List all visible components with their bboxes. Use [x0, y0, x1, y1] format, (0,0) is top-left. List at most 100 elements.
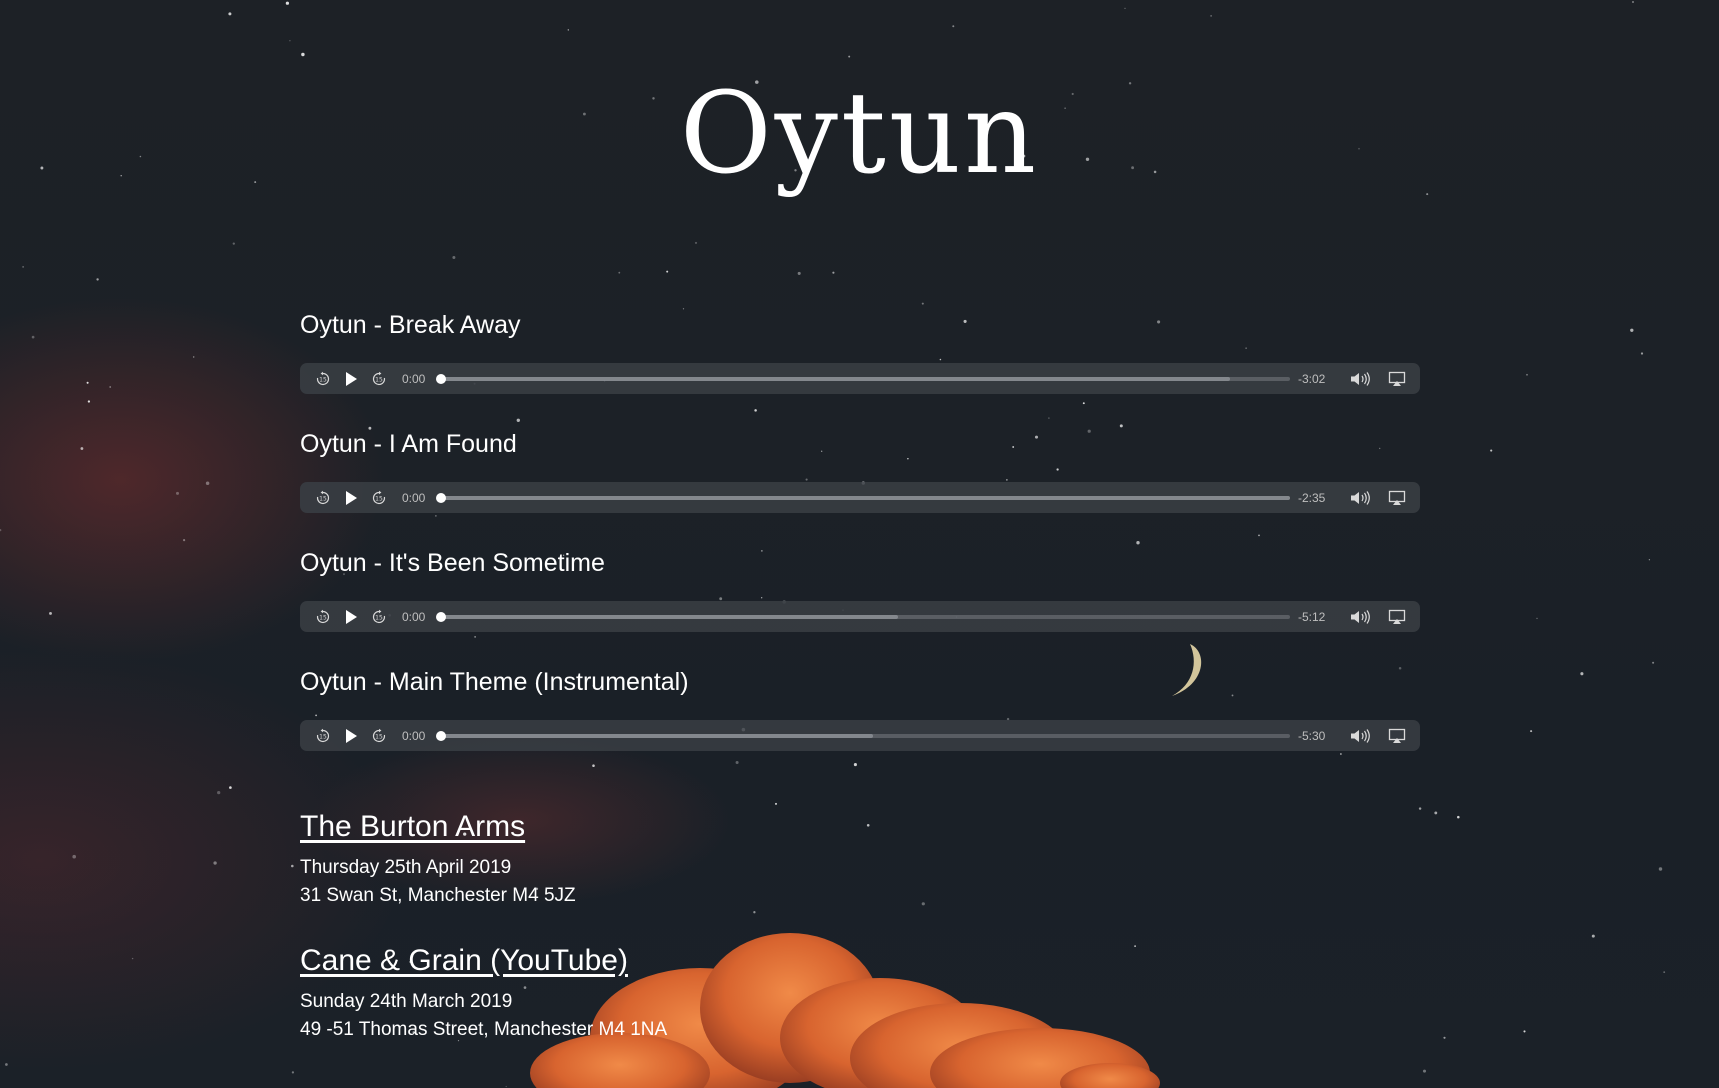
event-address: 31 Swan St, Manchester M4 5JZ — [300, 885, 576, 906]
volume-icon[interactable] — [1350, 725, 1372, 747]
current-time: 0:00 — [402, 728, 426, 743]
main-content: Oytun - Break Away 15 15 0:00 -3:02 Oytu… — [300, 310, 1420, 1044]
star — [567, 29, 569, 31]
star — [22, 266, 24, 268]
buffered-range — [438, 733, 873, 738]
current-time: 0:00 — [402, 371, 426, 386]
star — [1124, 7, 1126, 10]
buffered-range — [438, 614, 899, 619]
track-item: Oytun - I Am Found 15 15 0:00 -2:35 — [300, 429, 1420, 548]
star — [175, 491, 180, 495]
star — [1640, 352, 1644, 355]
star — [80, 447, 84, 450]
star — [1490, 449, 1493, 452]
star — [505, 1085, 507, 1088]
volume-icon[interactable] — [1350, 487, 1372, 509]
skip-back-15-icon[interactable]: 15 — [312, 368, 334, 390]
airplay-icon[interactable] — [1386, 368, 1408, 390]
svg-text:15: 15 — [375, 614, 383, 621]
star — [1591, 934, 1595, 938]
seek-handle[interactable] — [436, 611, 446, 622]
event-item: The Burton Arms Thursday 25th April 2019… — [300, 810, 1420, 910]
seek-slider[interactable] — [436, 373, 1290, 384]
star — [1580, 672, 1584, 676]
remaining-time: -2:35 — [1298, 490, 1326, 505]
star — [131, 957, 134, 960]
star — [1632, 1, 1634, 3]
star — [1530, 730, 1533, 733]
seek-slider[interactable] — [436, 730, 1290, 741]
star — [921, 302, 924, 305]
skip-forward-15-icon[interactable]: 15 — [368, 368, 390, 390]
airplay-icon[interactable] — [1386, 725, 1408, 747]
star — [1526, 373, 1528, 376]
star — [666, 270, 669, 273]
seek-slider[interactable] — [436, 611, 1290, 622]
star — [213, 861, 217, 865]
event-link[interactable]: The Burton Arms — [300, 810, 525, 844]
star — [31, 335, 35, 339]
star — [832, 271, 835, 274]
remaining-time: -3:02 — [1298, 371, 1326, 386]
star — [786, 1050, 790, 1054]
track-title: Oytun - Break Away — [300, 311, 521, 339]
skip-forward-15-icon[interactable]: 15 — [368, 725, 390, 747]
star — [49, 611, 52, 615]
volume-icon[interactable] — [1350, 606, 1372, 628]
svg-text:15: 15 — [375, 733, 383, 740]
track-item: Oytun - It's Been Sometime 15 15 0:00 -5… — [300, 548, 1420, 667]
track-title: Oytun - Main Theme (Instrumental) — [300, 668, 689, 696]
audio-player[interactable]: 15 15 0:00 -3:02 — [300, 363, 1420, 394]
star — [205, 481, 210, 486]
svg-text:15: 15 — [319, 376, 327, 383]
track-item: Oytun - Main Theme (Instrumental) 15 15 … — [300, 667, 1420, 786]
volume-icon[interactable] — [1350, 368, 1372, 390]
star — [183, 539, 186, 542]
event-date: Sunday 24th March 2019 — [300, 991, 513, 1012]
star — [1210, 15, 1212, 17]
star — [935, 1075, 939, 1079]
play-icon[interactable] — [340, 725, 362, 747]
seek-handle[interactable] — [436, 373, 446, 384]
audio-player[interactable]: 15 15 0:00 -5:12 — [300, 601, 1420, 632]
skip-forward-15-icon[interactable]: 15 — [368, 606, 390, 628]
event-date: Thursday 25th April 2019 — [300, 857, 512, 878]
event-link[interactable]: Cane & Grain (YouTube) — [300, 944, 628, 978]
star — [1523, 1030, 1526, 1033]
svg-text:15: 15 — [375, 376, 383, 383]
star — [229, 786, 232, 789]
star — [952, 25, 955, 28]
star — [192, 356, 195, 358]
play-icon[interactable] — [340, 368, 362, 390]
star — [452, 256, 456, 259]
skip-back-15-icon[interactable]: 15 — [312, 487, 334, 509]
star — [1434, 811, 1438, 815]
seek-handle[interactable] — [436, 730, 446, 741]
event-address: 49 -51 Thomas Street, Manchester M4 1NA — [300, 1019, 668, 1040]
star — [291, 864, 294, 868]
star — [694, 241, 698, 244]
airplay-icon[interactable] — [1386, 606, 1408, 628]
star — [618, 271, 621, 274]
track-item: Oytun - Break Away 15 15 0:00 -3:02 — [300, 310, 1420, 429]
audio-player[interactable]: 15 15 0:00 -5:30 — [300, 720, 1420, 751]
play-icon[interactable] — [340, 606, 362, 628]
buffered-range — [438, 376, 1231, 381]
current-time: 0:00 — [402, 609, 426, 624]
star — [87, 400, 91, 403]
svg-text:15: 15 — [319, 614, 327, 621]
seek-handle[interactable] — [436, 492, 446, 503]
star — [0, 528, 2, 532]
svg-text:15: 15 — [375, 495, 383, 502]
play-icon[interactable] — [340, 487, 362, 509]
seek-slider[interactable] — [436, 492, 1290, 503]
airplay-icon[interactable] — [1386, 487, 1408, 509]
star — [5, 1063, 8, 1066]
skip-forward-15-icon[interactable]: 15 — [368, 487, 390, 509]
audio-player[interactable]: 15 15 0:00 -2:35 — [300, 482, 1420, 513]
star — [72, 854, 76, 859]
skip-back-15-icon[interactable]: 15 — [312, 606, 334, 628]
page-title: Oytun — [679, 69, 1040, 199]
star — [1443, 1036, 1446, 1039]
skip-back-15-icon[interactable]: 15 — [312, 725, 334, 747]
